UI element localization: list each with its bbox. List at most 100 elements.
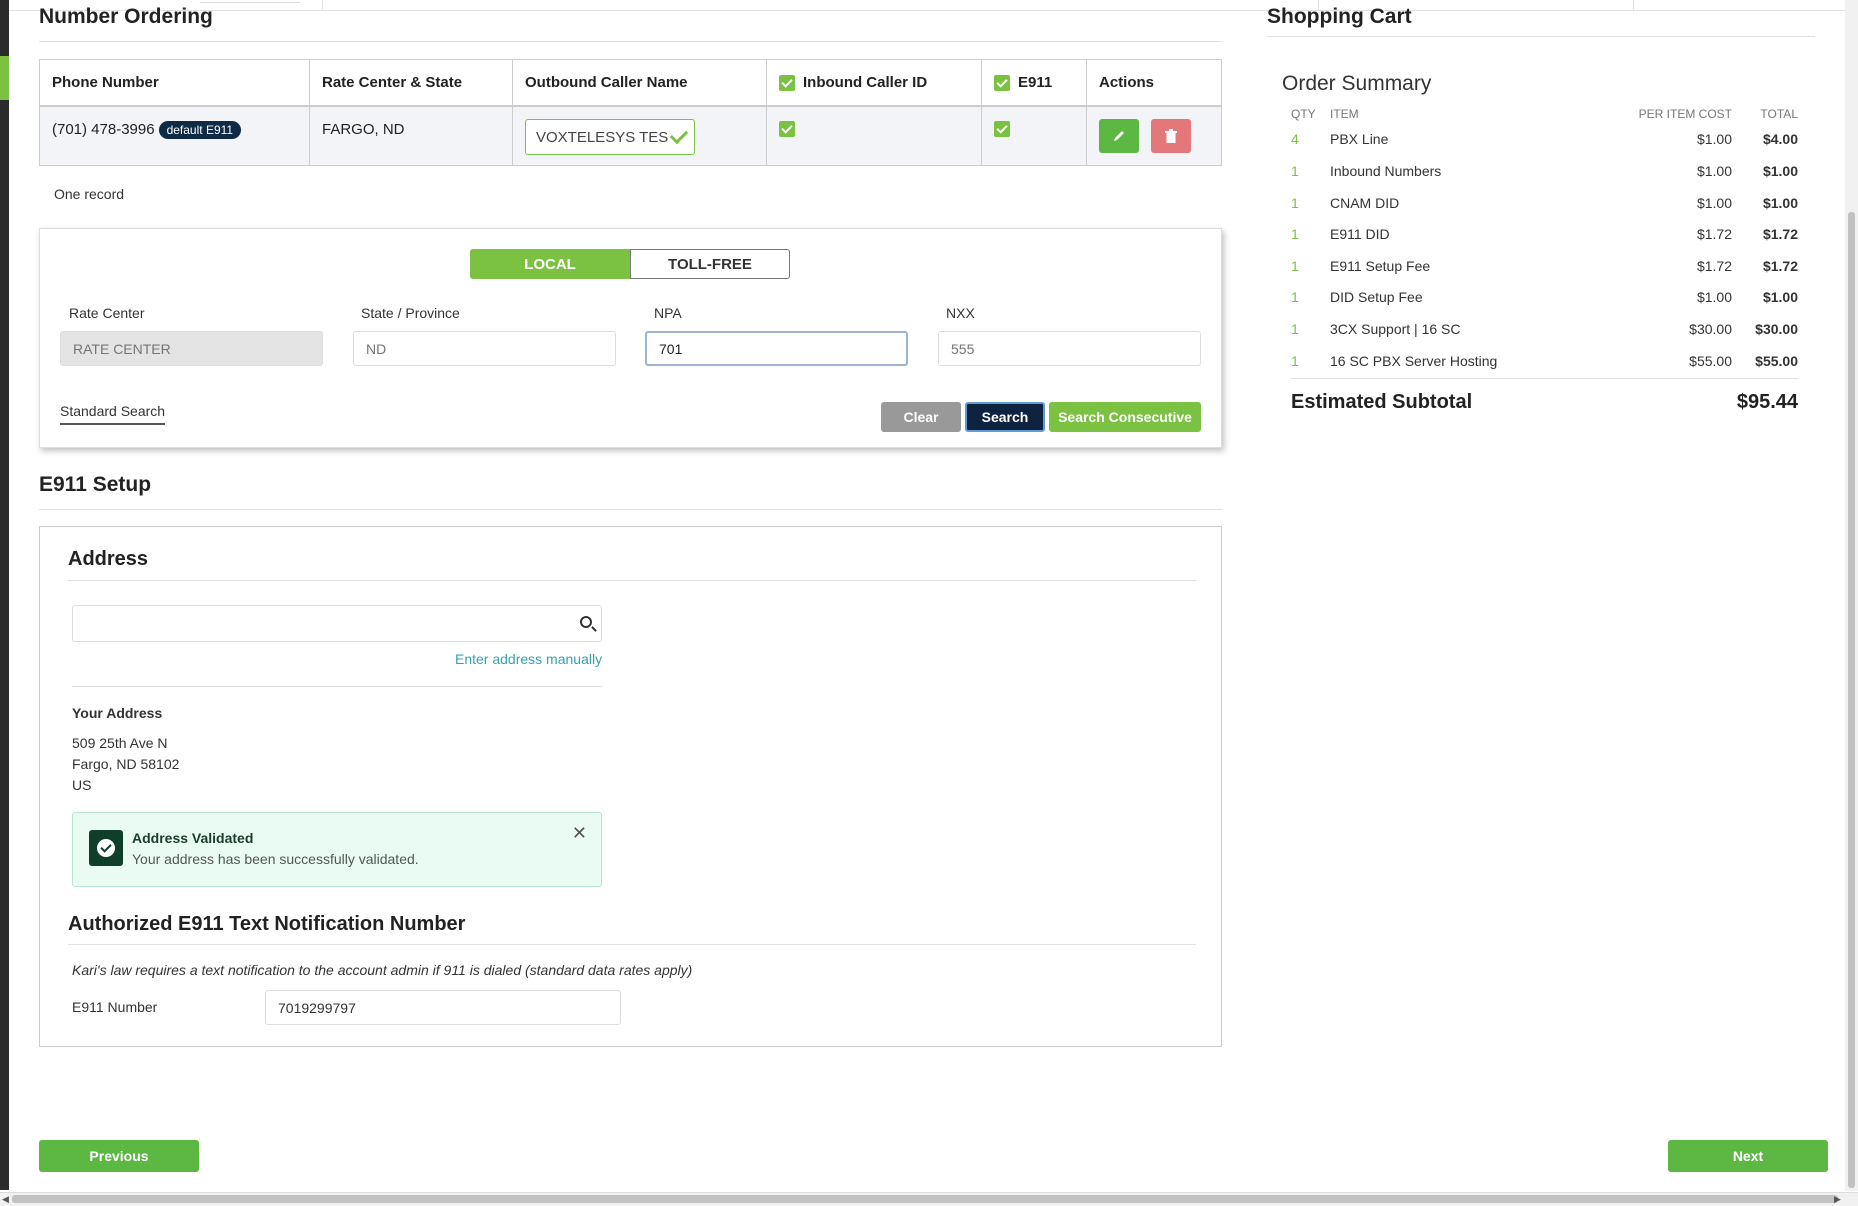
total: $1.72 — [1762, 226, 1798, 242]
qty: 1 — [1291, 289, 1299, 305]
item: Inbound Numbers — [1330, 163, 1442, 179]
item: E911 DID — [1330, 226, 1390, 242]
price: $1.00 — [1696, 289, 1732, 305]
state-input[interactable] — [353, 331, 616, 366]
caller-name-value: VOXTELESYS TES — [536, 128, 669, 146]
number-ordering-title: Number Ordering — [39, 5, 213, 28]
tab-local[interactable]: LOCAL — [470, 249, 630, 279]
price: $55.00 — [1689, 353, 1732, 369]
tab-toll-free[interactable]: TOLL-FREE — [630, 249, 790, 279]
top-fragment — [200, 0, 300, 3]
top-separator — [322, 0, 323, 11]
rate-center-input[interactable] — [60, 331, 323, 366]
e911-panel: Address Enter address manually Your Addr… — [39, 526, 1222, 1047]
delete-button[interactable] — [1151, 119, 1191, 153]
caller-name-cell: VOXTELESYS TES — [513, 107, 767, 165]
number-search-panel: LOCAL TOLL-FREE Rate Center State / Prov… — [39, 228, 1222, 448]
col-outbound-header: Outbound Caller Name — [513, 60, 767, 105]
next-button[interactable]: Next — [1668, 1140, 1828, 1172]
cart-row: 4 PBX Line $1.00 $4.00 — [1291, 131, 1798, 151]
price: $1.72 — [1696, 226, 1732, 242]
col-inbound-header: Inbound Caller ID — [767, 60, 982, 105]
col-actions-header: Actions — [1099, 74, 1155, 91]
price: $30.00 — [1689, 321, 1732, 337]
item: E911 Setup Fee — [1330, 258, 1431, 274]
e911-checkbox[interactable] — [994, 121, 1010, 137]
close-icon[interactable]: ✕ — [572, 823, 587, 844]
karis-law-note: Kari's law requires a text notification … — [72, 962, 693, 978]
e911-all-checkbox[interactable] — [994, 74, 1010, 91]
table-header-row: Phone Number Rate Center & State Outboun… — [40, 60, 1221, 107]
vertical-scroll-thumb[interactable] — [1848, 212, 1855, 1188]
phone-number: (701) 478-3996 — [52, 121, 155, 138]
search-consecutive-button[interactable]: Search Consecutive — [1049, 402, 1201, 432]
search-button[interactable]: Search — [965, 402, 1045, 432]
record-count: One record — [54, 186, 125, 202]
clear-button[interactable]: Clear — [881, 402, 961, 432]
cart-row: 1 Inbound Numbers $1.00 $1.00 — [1291, 163, 1798, 183]
success-check-icon — [89, 830, 123, 866]
edit-button[interactable] — [1099, 119, 1139, 153]
trash-icon — [1165, 129, 1177, 143]
state-label: State / Province — [361, 305, 460, 321]
subtotal-label: Estimated Subtotal — [1291, 391, 1473, 413]
qty: 1 — [1291, 353, 1299, 369]
subtotal-value: $95.44 — [1736, 391, 1798, 413]
qty-header: QTY — [1291, 107, 1316, 121]
qty: 1 — [1291, 195, 1299, 211]
qty: 1 — [1291, 226, 1299, 242]
divider — [1291, 378, 1798, 379]
inbound-header-label: Inbound Caller ID — [803, 74, 928, 91]
scroll-right-arrow-icon[interactable]: ▶ — [1834, 1194, 1841, 1205]
npa-label: NPA — [654, 305, 682, 321]
address-line-2: Fargo, ND 58102 — [72, 756, 180, 772]
caller-name-input[interactable]: VOXTELESYS TES — [525, 119, 695, 155]
number-table: Phone Number Rate Center & State Outboun… — [39, 59, 1222, 166]
nxx-input[interactable] — [938, 331, 1201, 366]
cart-row: 1 3CX Support | 16 SC $30.00 $30.00 — [1291, 321, 1798, 341]
npa-input[interactable] — [645, 331, 908, 366]
qty: 1 — [1291, 321, 1299, 337]
horizontal-scroll-thumb[interactable] — [12, 1195, 1838, 1203]
item-header: ITEM — [1330, 107, 1359, 121]
phone-cell: (701) 478-3996 default E911 — [40, 107, 310, 165]
item: 16 SC PBX Server Hosting — [1330, 353, 1498, 369]
address-line-1: 509 25th Ave N — [72, 735, 168, 751]
rate-center-label: Rate Center — [69, 305, 145, 321]
address-search-input[interactable] — [72, 605, 602, 642]
per-item-header: PER ITEM COST — [1638, 107, 1732, 121]
validated-title: Address Validated — [132, 830, 254, 846]
previous-button[interactable]: Previous — [39, 1140, 199, 1172]
validated-text: Your address has been successfully valid… — [132, 851, 419, 867]
shopping-cart-title: Shopping Cart — [1267, 5, 1412, 28]
e911-setup-title: E911 Setup — [39, 473, 152, 496]
e911-number-input[interactable]: 7019299797 — [265, 990, 621, 1025]
top-separator — [1633, 0, 1634, 11]
total: $1.00 — [1762, 289, 1798, 305]
price: $1.72 — [1696, 258, 1732, 274]
col-phone-header: Phone Number — [40, 60, 310, 105]
total: $1.00 — [1762, 195, 1798, 211]
order-summary-title: Order Summary — [1282, 72, 1432, 95]
total: $1.72 — [1762, 258, 1798, 274]
e911-cell — [982, 107, 1087, 165]
e911-number-label: E911 Number — [72, 999, 158, 1015]
enter-address-manually-link[interactable]: Enter address manually — [455, 651, 602, 667]
search-icon[interactable] — [580, 616, 592, 628]
cart-row: 1 CNAM DID $1.00 $1.00 — [1291, 195, 1798, 215]
price: $1.00 — [1696, 131, 1732, 147]
scroll-left-arrow-icon[interactable]: ◀ — [2, 1194, 9, 1205]
cart-row: 1 16 SC PBX Server Hosting $55.00 $55.00 — [1291, 353, 1798, 373]
e911-header-label: E911 — [1018, 74, 1053, 91]
item: 3CX Support | 16 SC — [1330, 321, 1461, 337]
address-validated-alert: Address Validated Your address has been … — [72, 812, 602, 887]
inbound-cell — [767, 107, 982, 165]
inbound-all-checkbox[interactable] — [779, 74, 795, 91]
qty: 4 — [1291, 131, 1299, 147]
table-row: (701) 478-3996 default E911 FARGO, ND VOX… — [40, 107, 1221, 165]
item: DID Setup Fee — [1330, 289, 1423, 305]
address-line-3: US — [72, 777, 92, 793]
inbound-checkbox[interactable] — [779, 121, 795, 137]
standard-search-tab[interactable]: Standard Search — [60, 403, 166, 425]
total-header: TOTAL — [1760, 107, 1798, 121]
